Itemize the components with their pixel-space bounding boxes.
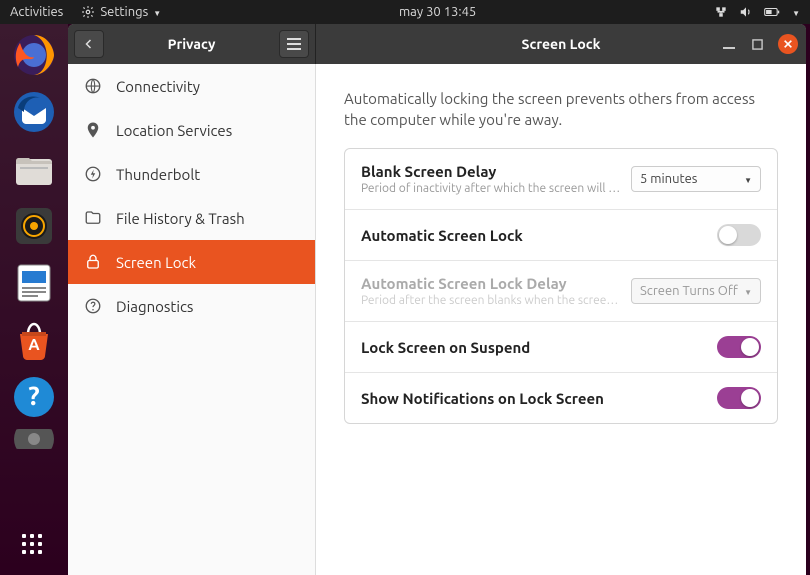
hamburger-icon bbox=[287, 38, 301, 50]
sidebar-item-label: Location Services bbox=[116, 122, 232, 139]
gear-icon bbox=[81, 5, 95, 19]
thunderbird-icon bbox=[12, 90, 56, 134]
sidebar-item-label: Screen Lock bbox=[116, 254, 196, 271]
row-title: Blank Screen Delay bbox=[361, 163, 631, 180]
pane-description: Automatically locking the screen prevent… bbox=[344, 88, 778, 130]
dock-item-rhythmbox[interactable] bbox=[9, 201, 59, 251]
chevron-down-icon: ▼ bbox=[153, 9, 161, 18]
row-title: Show Notifications on Lock Screen bbox=[361, 390, 717, 407]
row-title: Automatic Screen Lock Delay bbox=[361, 275, 631, 292]
globe-icon bbox=[84, 77, 102, 95]
activities-button[interactable]: Activities bbox=[10, 5, 63, 19]
dock-item-files[interactable] bbox=[9, 144, 59, 194]
settings-window: Privacy Screen Lock bbox=[68, 24, 806, 575]
clock[interactable]: may 30 13:45 bbox=[161, 5, 714, 19]
disk-icon bbox=[12, 429, 56, 449]
row-subtitle: Period after the screen blanks when the … bbox=[361, 294, 631, 307]
chevron-down-icon: ▼ bbox=[744, 176, 752, 185]
dock: A ? bbox=[0, 24, 68, 575]
sidebar-item-thunderbolt[interactable]: Thunderbolt bbox=[68, 152, 315, 196]
folder-icon bbox=[12, 147, 56, 191]
sidebar-item-label: Thunderbolt bbox=[116, 166, 200, 183]
help-icon: ? bbox=[12, 375, 56, 419]
combo-value: 5 minutes bbox=[640, 172, 697, 186]
status-area[interactable]: ▼ bbox=[714, 5, 800, 19]
sidebar-item-label: Connectivity bbox=[116, 78, 200, 95]
combo-value: Screen Turns Off bbox=[640, 284, 738, 298]
notifications-lock-switch[interactable] bbox=[717, 387, 761, 409]
dock-item-firefox[interactable] bbox=[9, 30, 59, 80]
dock-item-partial[interactable] bbox=[9, 429, 59, 449]
dock-item-help[interactable]: ? bbox=[9, 372, 59, 422]
app-menu-label: Settings bbox=[100, 5, 148, 19]
question-icon bbox=[84, 297, 102, 315]
chevron-down-icon: ▼ bbox=[792, 9, 800, 18]
dock-item-thunderbird[interactable] bbox=[9, 87, 59, 137]
desktop: A ? Privacy Sc bbox=[0, 24, 810, 575]
chevron-down-icon: ▼ bbox=[744, 288, 752, 297]
row-auto-screen-lock: Automatic Screen Lock bbox=[345, 210, 777, 261]
sidebar-item-screenlock[interactable]: Screen Lock bbox=[68, 240, 315, 284]
network-icon bbox=[714, 5, 728, 19]
auto-screen-lock-switch[interactable] bbox=[717, 224, 761, 246]
row-title: Lock Screen on Suspend bbox=[361, 339, 717, 356]
content-header: Screen Lock bbox=[316, 24, 806, 64]
maximize-icon bbox=[752, 39, 763, 50]
sidebar-item-diagnostics[interactable]: Diagnostics bbox=[68, 284, 315, 328]
close-icon bbox=[783, 39, 793, 49]
app-menu-button[interactable]: Settings ▼ bbox=[81, 5, 161, 19]
battery-icon bbox=[764, 5, 782, 19]
volume-icon bbox=[738, 5, 754, 19]
row-blank-screen-delay: Blank Screen Delay Period of inactivity … bbox=[345, 149, 777, 210]
privacy-sidebar: Connectivity Location Services Thunderbo… bbox=[68, 64, 316, 575]
row-auto-lock-delay: Automatic Screen Lock Delay Period after… bbox=[345, 261, 777, 322]
writer-icon bbox=[12, 261, 56, 305]
row-title: Automatic Screen Lock bbox=[361, 227, 717, 244]
folder-icon bbox=[84, 209, 102, 227]
sidebar-item-filehistory[interactable]: File History & Trash bbox=[68, 196, 315, 240]
speaker-icon bbox=[12, 204, 56, 248]
lock-on-suspend-switch[interactable] bbox=[717, 336, 761, 358]
settings-list: Blank Screen Delay Period of inactivity … bbox=[344, 148, 778, 424]
sidebar-item-location[interactable]: Location Services bbox=[68, 108, 315, 152]
sidebar-header: Privacy bbox=[68, 24, 316, 64]
window-content: Connectivity Location Services Thunderbo… bbox=[68, 64, 806, 575]
show-apps-button[interactable] bbox=[9, 521, 59, 571]
svg-text:?: ? bbox=[28, 381, 39, 410]
headerbar: Privacy Screen Lock bbox=[68, 24, 806, 64]
hamburger-button[interactable] bbox=[279, 30, 309, 58]
thunderbolt-icon bbox=[84, 165, 102, 183]
row-lock-on-suspend: Lock Screen on Suspend bbox=[345, 322, 777, 373]
minimize-icon bbox=[723, 38, 735, 50]
screen-lock-pane: Automatically locking the screen prevent… bbox=[316, 64, 806, 575]
dock-item-libreoffice[interactable] bbox=[9, 258, 59, 308]
apps-grid-icon bbox=[22, 534, 46, 558]
sidebar-item-label: Diagnostics bbox=[116, 298, 193, 315]
top-panel: Activities Settings ▼ may 30 13:45 ▼ bbox=[0, 0, 810, 24]
svg-text:A: A bbox=[28, 336, 40, 354]
lock-icon bbox=[84, 253, 102, 271]
maximize-button[interactable] bbox=[750, 37, 764, 51]
blank-screen-delay-combo[interactable]: 5 minutes ▼ bbox=[631, 166, 761, 192]
pin-icon bbox=[84, 121, 102, 139]
row-subtitle: Period of inactivity after which the scr… bbox=[361, 182, 631, 195]
dock-item-software[interactable]: A bbox=[9, 315, 59, 365]
firefox-icon bbox=[12, 33, 56, 77]
auto-lock-delay-combo: Screen Turns Off ▼ bbox=[631, 278, 761, 304]
sidebar-item-connectivity[interactable]: Connectivity bbox=[68, 64, 315, 108]
minimize-button[interactable] bbox=[722, 37, 736, 51]
sidebar-title: Privacy bbox=[68, 36, 315, 52]
shopping-bag-icon: A bbox=[12, 318, 56, 362]
close-button[interactable] bbox=[778, 34, 798, 54]
row-notifications-lock: Show Notifications on Lock Screen bbox=[345, 373, 777, 423]
sidebar-item-label: File History & Trash bbox=[116, 210, 245, 227]
